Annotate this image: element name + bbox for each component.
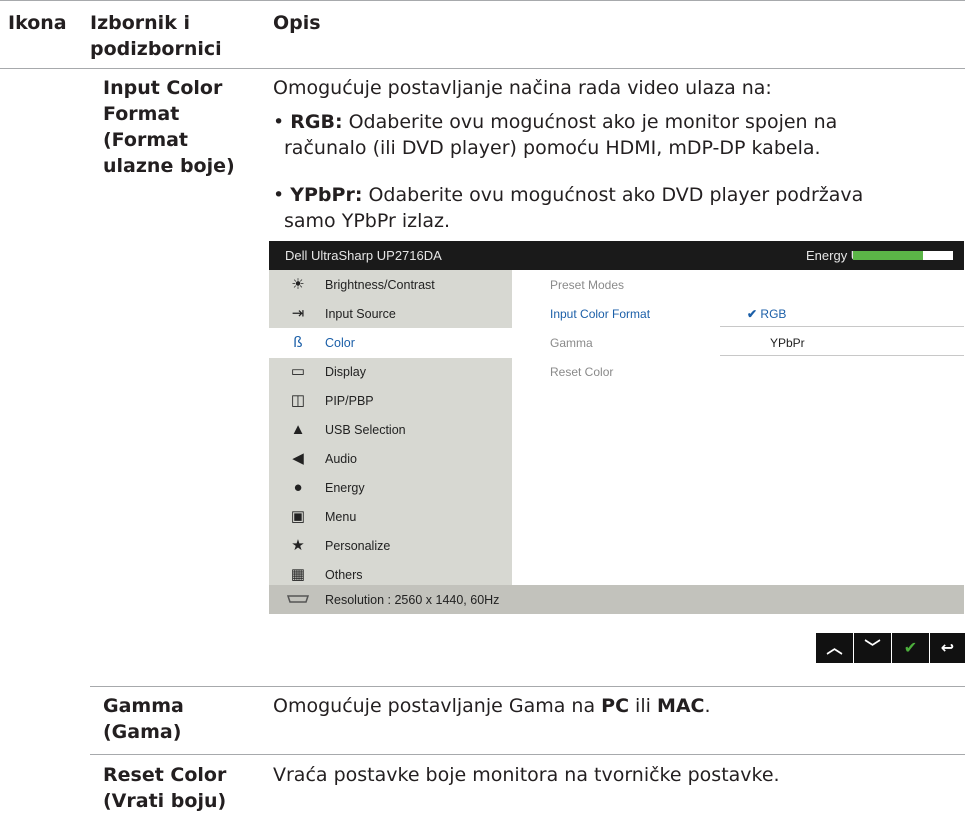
menu-name-line: Reset Color <box>103 764 227 786</box>
menu-name-line: Input Color <box>103 77 223 99</box>
bullet-rgb-line2: računalo (ili DVD player) pomoću HDMI, m… <box>284 137 821 159</box>
osd-title-bar: Dell UltraSharp UP2716DA Energy Use <box>269 241 964 270</box>
row-rule <box>90 686 965 687</box>
up-button[interactable]: ︿ <box>816 633 853 663</box>
osd-item-label: PIP/PBP <box>325 394 374 408</box>
desc-bold: MAC <box>656 695 705 717</box>
menu-name-line: Gamma <box>103 695 184 717</box>
bullet-rgb: • RGB: Odaberite ovu mogućnost ako je mo… <box>273 111 838 133</box>
osd-main-menu: ☀ Brightness/Contrast ⇥ Input Source ß C… <box>269 270 512 585</box>
bullet-ypbpr: • YPbPr: Odaberite ovu mogućnost ako DVD… <box>273 184 864 206</box>
osd-screenshot: Dell UltraSharp UP2716DA Energy Use ☀ Br… <box>269 241 964 614</box>
menu-name-line: (Vrati boju) <box>103 790 227 812</box>
bullet-text: Odaberite ovu mogućnost ako DVD player p… <box>362 184 864 206</box>
gamma-desc: Omogućuje postavljanje Gama na PC ili MA… <box>273 693 711 719</box>
osd-item-label: Display <box>325 365 366 379</box>
bullet-term: YPbPr: <box>290 184 363 206</box>
option-divider <box>720 326 964 327</box>
osd-item-label: Personalize <box>325 539 391 553</box>
header-menu-line2: podizbornici <box>90 38 222 60</box>
reset-color-desc: Vraća postavke boje monitora na tvorničk… <box>273 764 780 786</box>
menu-name-line: (Gama) <box>103 721 182 743</box>
menu-name-line: (Format <box>103 129 189 151</box>
osd-item-label: Energy <box>325 481 365 495</box>
osd-item-label: Audio <box>325 452 357 466</box>
desc-text: . <box>704 695 711 717</box>
others-icon: ▦ <box>290 566 306 583</box>
audio-icon: ◀ <box>292 450 304 467</box>
option-ypbpr[interactable]: YPbPr <box>770 336 805 350</box>
pip-pbp-icon: ◫ <box>290 392 306 409</box>
menu-icon: ▣ <box>290 508 306 525</box>
osd-item-label: Others <box>325 568 363 582</box>
up-icon: ︿ <box>826 638 843 657</box>
osd-item-label: Brightness/Contrast <box>325 278 435 292</box>
header-icon: Ikona <box>8 12 67 34</box>
osd-item-brightness[interactable]: ☀ Brightness/Contrast <box>269 270 512 300</box>
menu-name-line: ulazne boje) <box>103 155 235 177</box>
osd-item-menu[interactable]: ▣ Menu <box>269 502 512 532</box>
option-divider <box>720 355 964 356</box>
down-button[interactable]: ﹀ <box>854 633 891 663</box>
brightness-icon: ☀ <box>291 276 305 293</box>
osd-item-pip-pbp[interactable]: ◫ PIP/PBP <box>269 386 512 416</box>
header-desc: Opis <box>273 12 321 34</box>
option-label: RGB <box>760 307 787 321</box>
back-button[interactable]: ↩ <box>930 633 965 663</box>
option-rgb[interactable]: ✔ RGB <box>747 307 786 321</box>
osd-item-audio[interactable]: ◀ Audio <box>269 444 512 474</box>
osd-item-personalize[interactable]: ★ Personalize <box>269 531 512 561</box>
bullet-term: RGB: <box>290 111 343 133</box>
header-menu-line1: Izbornik i <box>90 12 190 34</box>
energy-use-fill <box>853 251 923 260</box>
resolution-text: Resolution : 2560 x 1440, 60Hz <box>325 593 500 607</box>
osd-model-name: Dell UltraSharp UP2716DA <box>285 248 442 263</box>
submenu-reset-color[interactable]: Reset Color <box>550 365 613 379</box>
down-icon: ﹀ <box>864 638 881 657</box>
osd-item-label: Input Source <box>325 307 396 321</box>
check-icon: ✔ <box>903 638 918 657</box>
display-icon: ▭ <box>290 363 306 380</box>
osd-item-input-source[interactable]: ⇥ Input Source <box>269 299 512 329</box>
submenu-gamma[interactable]: Gamma <box>550 336 593 350</box>
desc-text: ili <box>629 695 657 717</box>
energy-icon: ● <box>293 479 303 496</box>
osd-item-energy[interactable]: ● Energy <box>269 473 512 503</box>
top-rule <box>0 0 965 1</box>
usb-icon: ▲ <box>290 421 306 438</box>
energy-use-bar <box>853 251 953 260</box>
row-rule <box>90 754 965 755</box>
osd-item-label: Menu <box>325 510 357 524</box>
osd-item-display[interactable]: ▭ Display <box>269 357 512 387</box>
menu-name-line: Format <box>103 103 180 125</box>
submenu-preset-modes[interactable]: Preset Modes <box>550 278 624 292</box>
confirm-button[interactable]: ✔ <box>892 633 929 663</box>
hdmi-icon <box>287 595 309 603</box>
osd-item-label: USB Selection <box>325 423 406 437</box>
osd-item-label: Color <box>325 336 355 350</box>
color-icon: ß <box>293 334 303 351</box>
back-icon: ↩ <box>940 638 955 657</box>
desc-bold: PC <box>601 695 630 717</box>
osd-item-color[interactable]: ß Color <box>269 328 512 358</box>
osd-item-usb[interactable]: ▲ USB Selection <box>269 415 512 445</box>
check-icon: ✔ <box>747 307 758 321</box>
bullet-text: Odaberite ovu mogućnost ako je monitor s… <box>342 111 838 133</box>
osd-footer: Resolution : 2560 x 1440, 60Hz <box>269 585 964 614</box>
row-intro: Omogućuje postavljanje načina rada video… <box>273 77 772 99</box>
bullet-ypbpr-line2: samo YPbPr izlaz. <box>284 210 450 232</box>
star-icon: ★ <box>291 537 305 554</box>
header-rule <box>0 68 965 69</box>
osd-submenu-panel: Preset Modes Input Color Format Gamma Re… <box>512 270 964 585</box>
submenu-input-color-format[interactable]: Input Color Format <box>550 307 650 321</box>
desc-text: Omogućuje postavljanje Gama na <box>273 695 602 717</box>
input-source-icon: ⇥ <box>291 305 305 322</box>
